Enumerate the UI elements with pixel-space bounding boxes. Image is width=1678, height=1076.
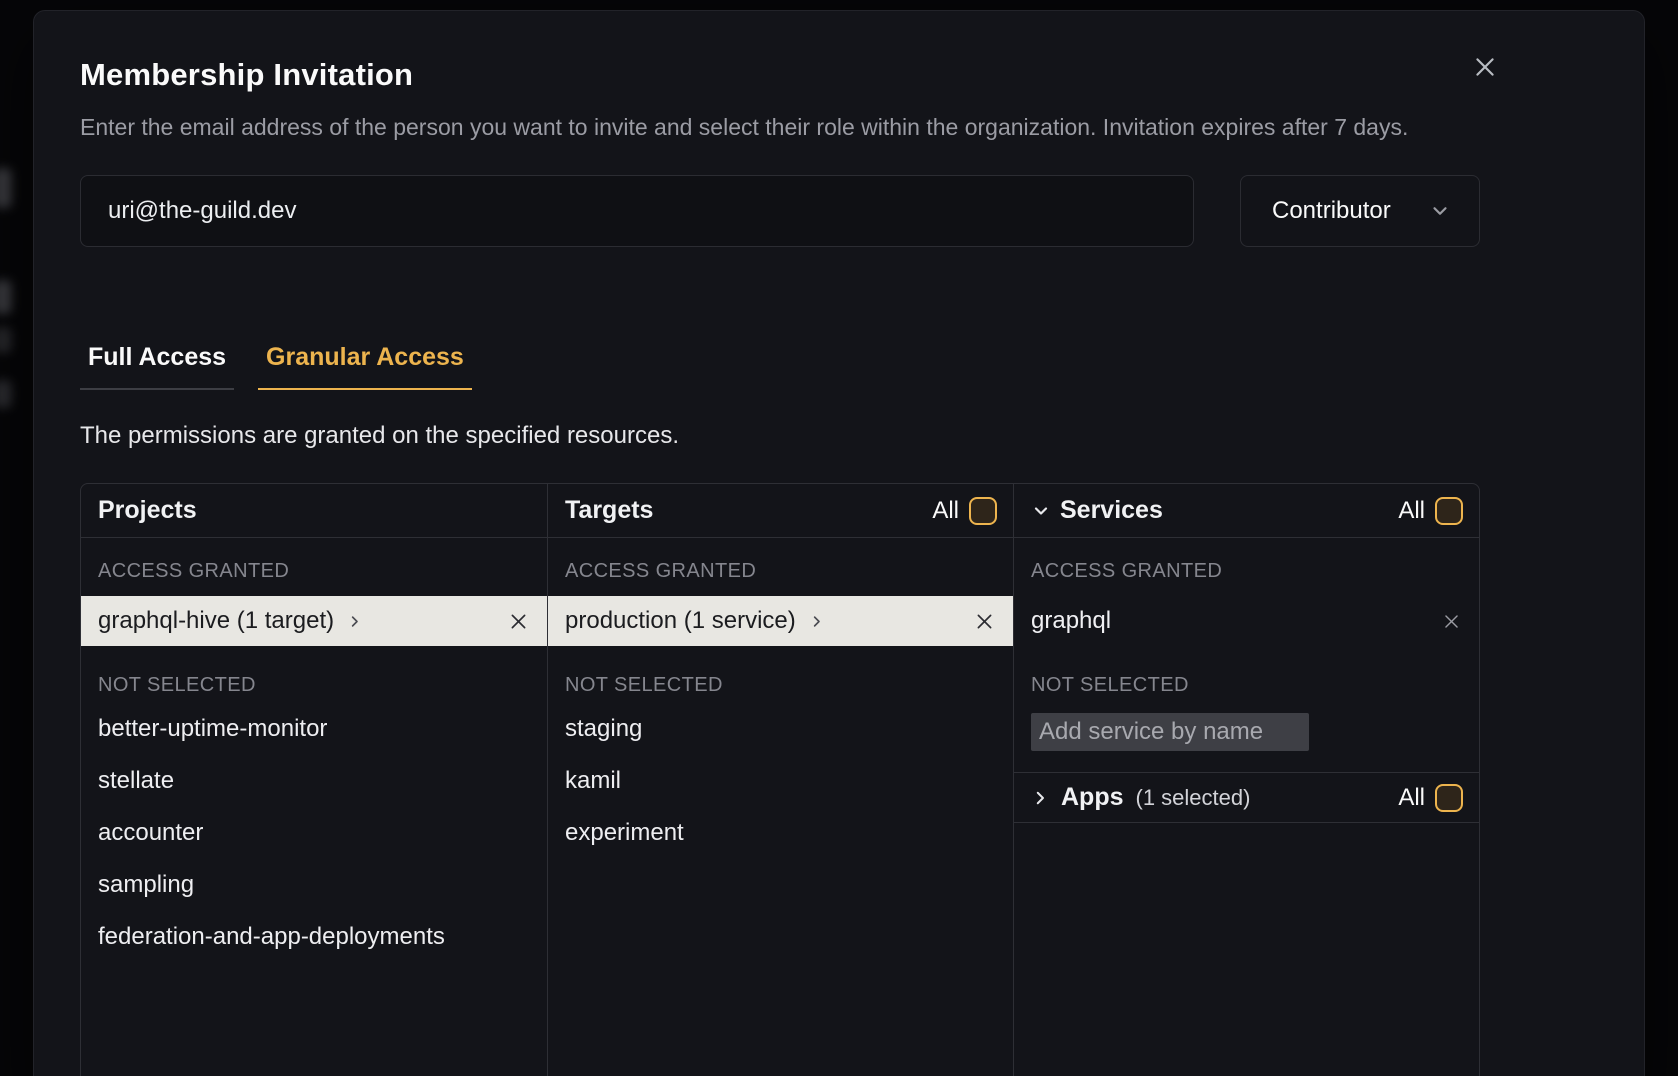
dialog-title: Membership Invitation (80, 57, 1480, 93)
apps-all-checkbox[interactable] (1435, 784, 1463, 812)
role-select-value: Contributor (1272, 197, 1391, 225)
backdrop-blur-artifact (0, 280, 12, 314)
selected-target-label: production (1 service) (565, 607, 796, 635)
chevron-right-icon (1031, 789, 1049, 807)
not-selected-label: NOT SELECTED (1014, 646, 1479, 697)
page-backdrop: Membership Invitation Enter the email ad… (0, 0, 1678, 1076)
projects-header: Projects (81, 484, 547, 538)
targets-all-toggle[interactable]: All (932, 497, 997, 525)
list-item[interactable]: experiment (548, 807, 1013, 859)
resources-panel: Projects ACCESS GRANTED graphql-hive (1 … (80, 483, 1480, 1076)
apps-selected-badge: (1 selected) (1136, 785, 1251, 811)
list-item[interactable]: accounter (81, 807, 547, 859)
permissions-note: The permissions are granted on the speci… (80, 422, 1480, 450)
apps-title: Apps (1061, 783, 1124, 812)
selected-project-label: graphql-hive (1 target) (98, 607, 334, 635)
targets-column: Targets All ACCESS GRANTED production (1… (547, 484, 1013, 1076)
services-all-checkbox[interactable] (1435, 497, 1463, 525)
targets-title: Targets (565, 496, 653, 525)
apps-all-label: All (1398, 784, 1425, 812)
selected-project-row[interactable]: graphql-hive (1 target) (81, 596, 547, 646)
list-item[interactable]: better-uptime-monitor (81, 703, 547, 755)
access-granted-label: ACCESS GRANTED (1014, 538, 1479, 583)
list-item[interactable]: kamil (548, 755, 1013, 807)
remove-service-icon[interactable] (1440, 610, 1463, 633)
tab-full-access[interactable]: Full Access (80, 343, 234, 390)
access-granted-label: ACCESS GRANTED (548, 538, 1013, 583)
targets-all-checkbox[interactable] (969, 497, 997, 525)
list-item[interactable]: staging (548, 703, 1013, 755)
access-granted-label: ACCESS GRANTED (81, 538, 547, 583)
not-selected-label: NOT SELECTED (548, 646, 1013, 697)
chevron-right-icon (347, 614, 362, 629)
invite-row: Contributor (80, 175, 1480, 247)
targets-header: Targets All (548, 484, 1013, 538)
projects-not-selected-list: better-uptime-monitorstellateaccountersa… (81, 703, 547, 963)
email-input[interactable] (80, 175, 1194, 247)
projects-title: Projects (98, 496, 197, 525)
add-service-input[interactable] (1031, 713, 1309, 751)
targets-all-label: All (932, 497, 959, 525)
membership-invitation-dialog: Membership Invitation Enter the email ad… (33, 10, 1645, 1076)
list-item[interactable]: sampling (81, 859, 547, 911)
apps-all-toggle[interactable]: All (1398, 784, 1463, 812)
tab-granular-access[interactable]: Granular Access (258, 343, 472, 390)
chevron-down-icon[interactable] (1031, 501, 1051, 521)
not-selected-label: NOT SELECTED (81, 646, 547, 697)
remove-target-icon[interactable] (972, 609, 997, 634)
granted-service-row[interactable]: graphql (1014, 596, 1479, 646)
access-tabs: Full Access Granular Access (80, 343, 472, 390)
chevron-right-icon (809, 614, 824, 629)
apps-row[interactable]: Apps (1 selected) All (1014, 772, 1479, 823)
remove-project-icon[interactable] (506, 609, 531, 634)
backdrop-blur-artifact (0, 168, 12, 208)
chevron-down-icon (1429, 200, 1451, 222)
projects-column: Projects ACCESS GRANTED graphql-hive (1 … (81, 484, 547, 1076)
services-all-toggle[interactable]: All (1398, 497, 1463, 525)
role-select[interactable]: Contributor (1240, 175, 1480, 247)
targets-not-selected-list: stagingkamilexperiment (548, 703, 1013, 859)
services-header: Services All (1014, 484, 1479, 538)
backdrop-blur-artifact (0, 380, 12, 408)
services-all-label: All (1398, 497, 1425, 525)
selected-target-row[interactable]: production (1 service) (548, 596, 1013, 646)
granted-service-label: graphql (1031, 607, 1111, 635)
backdrop-blur-artifact (0, 327, 12, 353)
services-title: Services (1060, 496, 1163, 525)
list-item[interactable]: stellate (81, 755, 547, 807)
dialog-description: Enter the email address of the person yo… (80, 109, 1480, 145)
list-item[interactable]: federation-and-app-deployments (81, 911, 547, 963)
services-column: Services All ACCESS GRANTED graphql (1013, 484, 1479, 1076)
